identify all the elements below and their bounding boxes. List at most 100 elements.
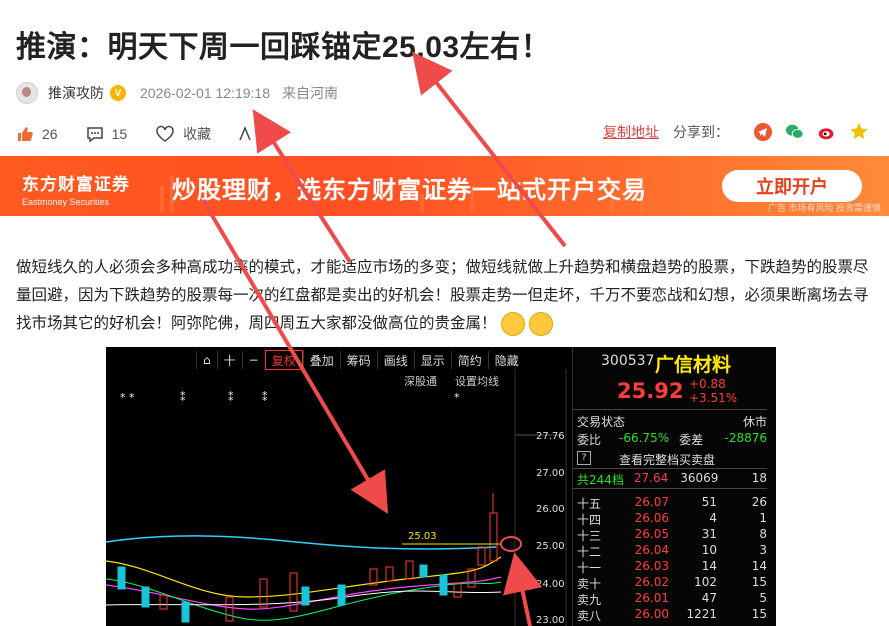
book-label: 十一 [577, 561, 602, 575]
open-account-button[interactable]: 立即开户 [722, 170, 862, 202]
quote-panel: 300537 广信材料 25.92 +0.88 +3.51% 交易状态 休市 委… [572, 347, 776, 626]
avatar[interactable] [16, 82, 38, 104]
like-button[interactable]: 26 [16, 125, 58, 143]
comment-button[interactable]: 15 [86, 125, 128, 143]
price-tick: 26.00 [536, 504, 565, 515]
book-row: 卖十 26.02 102 15 [577, 575, 767, 592]
toolbar-crosshair[interactable]: 十 [216, 351, 242, 369]
levels-label: 共244档 [577, 473, 624, 487]
chart-toolbar: ⌂ 十 − 复权 叠加 筹码 画线 显示 简约 隐藏 [196, 350, 525, 370]
favorite-button[interactable]: 收藏 [155, 124, 211, 144]
book-price: 26.03 [634, 559, 669, 573]
weibi-label: 委比 [577, 433, 602, 447]
toolbar-chips[interactable]: 筹码 [339, 351, 377, 369]
book-vol: 4 [709, 511, 717, 525]
ma-settings-label[interactable]: 设置均线 [455, 373, 499, 389]
levels-vol: 36069 [680, 471, 719, 485]
telegram-icon[interactable] [753, 122, 773, 142]
stock-code: 300537 [601, 353, 655, 369]
comment-count: 15 [111, 126, 128, 142]
book-count: 15 [751, 575, 767, 589]
levels-count: 18 [751, 471, 767, 485]
stock-price: 25.92 [617, 379, 684, 403]
stock-name: 广信材料 [655, 354, 732, 376]
author-name[interactable]: 推演攻防 [48, 83, 104, 103]
book-row: 十一 26.03 14 14 [577, 559, 767, 576]
weibo-icon[interactable] [817, 122, 837, 142]
book-label: 十三 [577, 529, 602, 543]
like-count: 26 [42, 126, 58, 142]
book-vol: 102 [694, 575, 717, 589]
font-label: A [259, 126, 269, 142]
svg-text:*: * [454, 391, 460, 404]
article-meta: 推演攻防 V 2026-02-01 12:19:18 来自河南 [16, 82, 338, 104]
book-price: 26.06 [634, 511, 669, 525]
wechat-icon[interactable] [785, 122, 805, 142]
book-label: 十五 [577, 497, 602, 511]
banner-note: 广告 市场有风险 投资需谨慎 [767, 203, 881, 213]
change-value: +0.88 [689, 377, 726, 391]
hk-connect-label[interactable]: 深股通 [404, 373, 437, 389]
ad-banner[interactable]: 东方财富证券 Eastmoney Securities 炒股理财，选东方财富证券… [0, 156, 889, 216]
grin-emoji-icon [528, 311, 553, 336]
toolbar-overlay[interactable]: 叠加 [302, 351, 340, 369]
banner-logo-en: Eastmoney Securities [22, 197, 110, 207]
action-bar: 26 15 收藏 A 复制地址 分享到： [16, 122, 869, 146]
anchor-price-label: 25.03 [408, 531, 437, 542]
weibi-value: -66.75% [619, 431, 670, 445]
status-value: 休市 [742, 415, 767, 429]
publish-date: 2026-02-01 12:19:18 [140, 85, 270, 101]
book-label: 卖九 [577, 593, 602, 607]
toolbar-minus-icon[interactable]: − [241, 351, 265, 369]
book-row: 十二 26.04 10 3 [577, 543, 767, 560]
book-vol: 31 [701, 527, 717, 541]
stock-change: +0.88 +3.51% [689, 377, 737, 405]
price-tick: 23.00 [536, 615, 565, 626]
price-tick: 27.76 [536, 431, 565, 442]
book-row: 卖九 26.01 47 5 [577, 591, 767, 608]
book-label: 卖十 [577, 577, 602, 591]
book-count: 15 [751, 607, 767, 621]
book-row: 卖八 26.00 1221 15 [577, 607, 767, 624]
font-button[interactable]: A [239, 126, 269, 142]
full-book-link[interactable]: 查看完整档买卖盘 [619, 451, 715, 468]
book-count: 1 [759, 511, 767, 525]
favorite-icon [156, 125, 174, 142]
book-price: 26.07 [634, 495, 669, 509]
book-label: 十二 [577, 545, 602, 559]
book-count: 5 [759, 591, 767, 605]
book-count: 14 [751, 559, 767, 573]
toolbar-draw[interactable]: 画线 [376, 351, 414, 369]
book-price: 26.02 [634, 575, 669, 589]
change-percent: +3.51% [689, 391, 738, 405]
book-vol: 14 [701, 559, 717, 573]
toolbar-fuquan[interactable]: 复权 [264, 350, 303, 370]
toolbar-display[interactable]: 显示 [413, 351, 451, 369]
stock-chart-screenshot: 27.76 27.00 26.00 25.00 24.00 23.00 * * … [106, 347, 776, 626]
book-vol: 1221 [686, 607, 717, 621]
star-icon[interactable] [849, 122, 869, 142]
chart-subbar: 深股通 设置均线 [404, 373, 499, 389]
favorite-label: 收藏 [183, 126, 212, 142]
like-icon [18, 127, 33, 141]
font-icon [239, 126, 251, 141]
toolbar-hide[interactable]: 隐藏 [487, 351, 525, 369]
banner-logo-cn: 东方财富证券 [22, 175, 130, 194]
book-label: 卖八 [577, 609, 602, 623]
book-label: 十四 [577, 513, 602, 527]
copy-link-button[interactable]: 复制地址 [603, 122, 659, 142]
help-icon[interactable]: ? [577, 451, 591, 465]
book-price: 26.00 [634, 607, 669, 621]
book-price: 26.01 [634, 591, 669, 605]
book-price: 26.05 [634, 527, 669, 541]
book-vol: 10 [701, 543, 717, 557]
share-label: 分享到： [673, 124, 729, 140]
svg-text:* *: * * [120, 391, 135, 404]
grin-emoji-icon [500, 311, 525, 336]
weicha-value: -28876 [724, 431, 767, 445]
book-row: 十三 26.05 31 8 [577, 527, 767, 544]
svg-text:⁑: ⁑ [262, 391, 268, 404]
toolbar-simple[interactable]: 简约 [450, 351, 488, 369]
article-body-text: 做短线久的人必须会多种高成功率的模式，才能适应市场的多变；做短线就做上升趋势和横… [16, 259, 869, 332]
toolbar-lock-icon[interactable]: ⌂ [196, 351, 217, 369]
